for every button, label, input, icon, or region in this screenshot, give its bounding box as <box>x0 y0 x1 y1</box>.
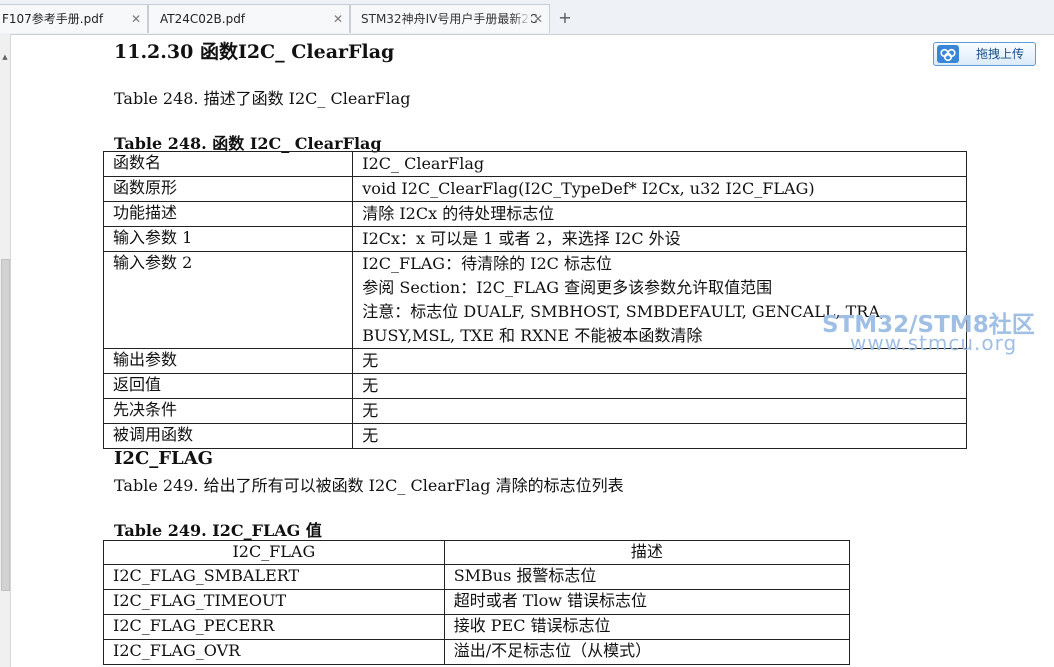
value-line: 无 <box>362 426 379 445</box>
flag-description-cell: SMBus 报警标志位 <box>443 564 851 590</box>
section-heading: 11.2.30 函数I2C_ ClearFlag <box>114 41 395 63</box>
table-row: 输出参数无 <box>102 348 967 374</box>
upload-button-label: 拖拽上传 <box>976 47 1025 61</box>
table-249-caption: Table 249. I2C_FLAG 值 <box>114 521 322 540</box>
cloud-upload-icon <box>937 45 959 63</box>
row-value: 清除 I2Cx 的待处理标志位 <box>352 201 967 227</box>
value-line: 无 <box>362 376 379 395</box>
table-row: I2C_FLAG_PECERR 接收 PEC 错误标志位 <box>103 614 851 640</box>
row-value: void I2C_ClearFlag(I2C_TypeDef* I2Cx, u3… <box>352 176 967 202</box>
row-key: 返回值 <box>102 373 354 399</box>
value-line: 无 <box>362 401 379 420</box>
flag-name-cell: I2C_FLAG_PECERR <box>103 614 445 640</box>
value-line: 参阅 Section：I2C_FLAG 查阅更多该参数允许取值范围 <box>362 278 773 297</box>
row-key: 输出参数 <box>102 348 354 374</box>
value-line: I2C_FLAG：待清除的 I2C 标志位 <box>362 254 612 273</box>
column-header-description: 描述 <box>443 540 851 565</box>
row-value: I2Cx：x 可以是 1 或者 2，来选择 I2C 外设 <box>352 226 967 252</box>
row-key: 函数名 <box>102 151 354 177</box>
table-row: I2C_FLAG_SMBALERT SMBus 报警标志位 <box>103 564 851 590</box>
flag-name-cell: I2C_FLAG_SMBALERT <box>103 564 445 590</box>
value-line: I2Cx：x 可以是 1 或者 2，来选择 I2C 外设 <box>362 229 681 248</box>
table-row: 被调用函数无 <box>102 423 967 449</box>
table-248: 函数名 I2C_ ClearFlag 函数原形 void I2C_ClearFlag(… <box>102 151 967 449</box>
drag-upload-button[interactable]: 拖拽上传 <box>933 42 1036 66</box>
watermark-url: www.stmcu.org <box>850 331 1018 355</box>
row-key: 输入参数 2 <box>102 251 354 349</box>
table-row: I2C_FLAG_TIMEOUT 超时或者 Tlow 错误标志位 <box>103 589 851 615</box>
row-key: 功能描述 <box>102 201 354 227</box>
row-key: 先决条件 <box>102 398 354 424</box>
flag-heading: I2C_FLAG <box>114 448 214 469</box>
flag-name-cell: I2C_FLAG_OVR <box>103 639 445 665</box>
flag-name-cell: I2C_FLAG_TIMEOUT <box>103 589 445 615</box>
table-row: 函数原形 void I2C_ClearFlag(I2C_TypeDef* I2Cx… <box>102 176 967 202</box>
column-header-flag: I2C_FLAG <box>103 540 445 565</box>
section-intro: Table 248. 描述了函数 I2C_ ClearFlag <box>114 89 411 108</box>
table-row: 输入参数 1 I2Cx：x 可以是 1 或者 2，来选择 I2C 外设 <box>102 226 967 252</box>
value-line: void I2C_ClearFlag(I2C_TypeDef* I2Cx, u3… <box>362 179 815 198</box>
row-value: 无 <box>352 423 967 449</box>
row-key: 输入参数 1 <box>102 226 354 252</box>
flag-description-cell: 溢出/不足标志位（从模式） <box>443 639 851 665</box>
flag-description-cell: 接收 PEC 错误标志位 <box>443 614 851 640</box>
flag-intro: Table 249. 给出了所有可以被函数 I2C_ ClearFlag 清除的… <box>114 476 624 495</box>
table-row: 返回值无 <box>102 373 967 399</box>
table-row: 功能描述 清除 I2Cx 的待处理标志位 <box>102 201 967 227</box>
value-line: I2C_ ClearFlag <box>362 154 485 173</box>
row-value: I2C_ ClearFlag <box>352 151 967 177</box>
table-row: I2C_FLAG_OVR 溢出/不足标志位（从模式） <box>103 639 851 665</box>
value-line: 清除 I2Cx 的待处理标志位 <box>362 204 555 223</box>
row-value: 无 <box>352 398 967 424</box>
table-row: 先决条件无 <box>102 398 967 424</box>
row-value: 无 <box>352 373 967 399</box>
row-key: 函数原形 <box>102 176 354 202</box>
flag-description-cell: 超时或者 Tlow 错误标志位 <box>443 589 851 615</box>
table-249: I2C_FLAG 描述 I2C_FLAG_SMBALERT SMBus 报警标志位… <box>103 540 851 665</box>
row-key: 被调用函数 <box>102 423 354 449</box>
table-row: 函数名 I2C_ ClearFlag <box>102 151 967 177</box>
